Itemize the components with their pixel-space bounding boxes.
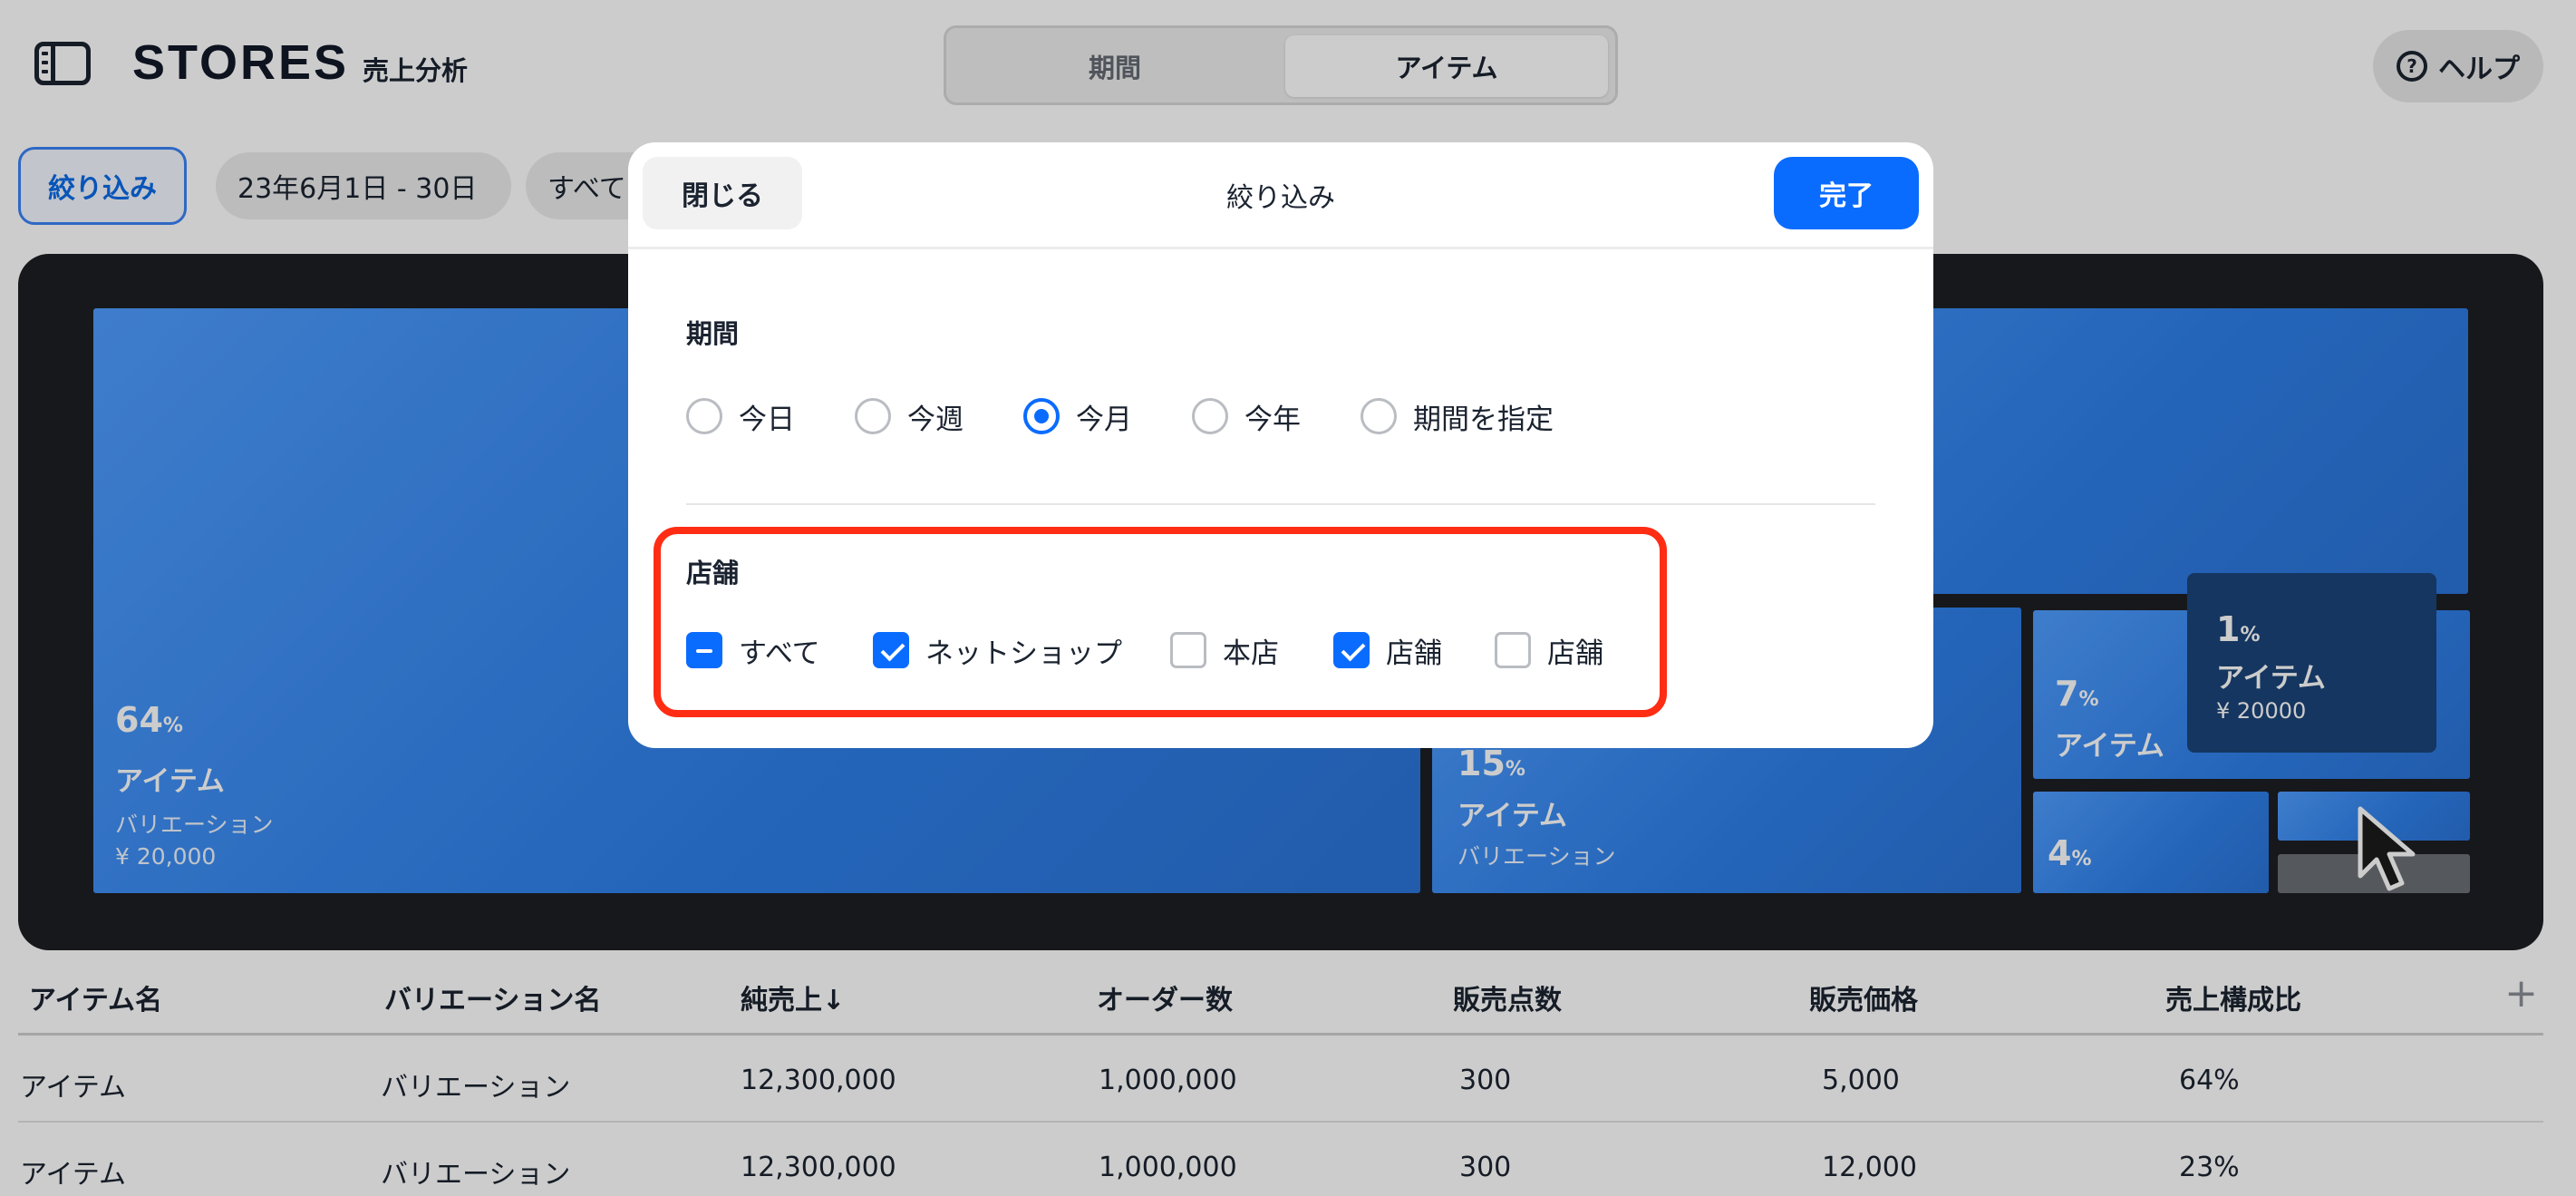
checkbox-checked[interactable]: [873, 632, 909, 668]
radio-button-selected[interactable]: [1023, 398, 1060, 434]
checkbox-indeterminate[interactable]: [686, 632, 722, 668]
radio-button[interactable]: [855, 398, 891, 434]
checkbox-unchecked[interactable]: [1170, 632, 1206, 668]
radio-this-year[interactable]: 今年: [1192, 394, 1301, 438]
radio-today[interactable]: 今日: [686, 394, 795, 438]
checkbox-label: ネットショップ: [925, 637, 1122, 670]
modal-header: 閉じる 絞り込み 完了: [628, 142, 1933, 249]
modal-title: 絞り込み: [1226, 182, 1335, 214]
radio-label: 期間を指定: [1413, 403, 1554, 436]
radio-label: 今年: [1244, 403, 1301, 436]
radio-label: 今月: [1076, 403, 1132, 436]
checkbox-main-store[interactable]: 本店: [1170, 628, 1279, 672]
store-section-label: 店舗: [686, 558, 740, 588]
radio-button[interactable]: [1192, 398, 1228, 434]
done-button[interactable]: 完了: [1774, 157, 1919, 229]
period-section-label: 期間: [686, 318, 740, 349]
radio-custom-period[interactable]: 期間を指定: [1361, 394, 1554, 438]
radio-button[interactable]: [686, 398, 722, 434]
checkbox-label: 本店: [1223, 637, 1279, 670]
radio-this-month[interactable]: 今月: [1023, 394, 1132, 438]
radio-button[interactable]: [1361, 398, 1397, 434]
radio-label: 今日: [739, 403, 795, 436]
radio-this-week[interactable]: 今週: [855, 394, 964, 438]
radio-label: 今週: [907, 403, 964, 436]
checkbox-all-stores[interactable]: すべて: [686, 628, 820, 672]
annotation-highlight-box: [654, 527, 1667, 717]
section-divider: [686, 503, 1875, 505]
checkbox-store-b[interactable]: 店舗: [1495, 628, 1603, 672]
checkbox-label: 店舗: [1386, 637, 1442, 670]
checkbox-unchecked[interactable]: [1495, 632, 1531, 668]
checkbox-label: 店舗: [1547, 637, 1603, 670]
checkbox-net-shop[interactable]: ネットショップ: [873, 628, 1122, 672]
checkbox-store-a[interactable]: 店舗: [1333, 628, 1442, 672]
filter-modal: 閉じる 絞り込み 完了 期間 今日 今週 今月 今年 期間を指定 店舗 すべて …: [628, 142, 1933, 748]
checkbox-checked[interactable]: [1333, 632, 1370, 668]
checkbox-label: すべて: [739, 637, 820, 670]
